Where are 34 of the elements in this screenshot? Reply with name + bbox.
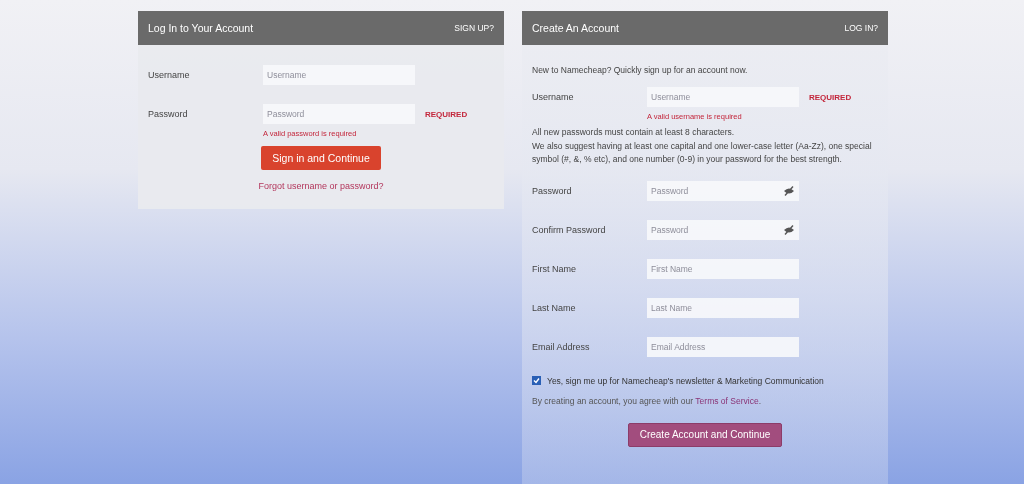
terms-text: By creating an account, you agree with our Terms of Service. <box>532 395 762 406</box>
terms-link[interactable]: Terms of Service <box>695 395 759 406</box>
create-account-button[interactable]: Create Account and Continue <box>627 422 783 447</box>
field-label: Email Address <box>532 341 591 352</box>
required-label: REQUIRED <box>809 92 852 102</box>
newsletter-checkbox[interactable] <box>532 376 541 385</box>
input-field[interactable]: First Name <box>647 258 799 279</box>
field-label: Username <box>532 92 575 102</box>
password-field[interactable]: Password <box>647 219 799 240</box>
field-label: Last Name <box>532 302 577 313</box>
field-label: Username <box>148 70 191 80</box>
field-label: Password <box>148 109 189 119</box>
password-field[interactable]: Password <box>647 180 799 201</box>
input-field[interactable]: Email Address <box>647 336 799 357</box>
sign-up-link[interactable]: SIGN UP? <box>454 23 494 33</box>
sign-in-button[interactable]: Sign in and Continue <box>261 146 381 170</box>
log-in-link[interactable]: LOG IN? <box>844 23 878 33</box>
input-field[interactable]: Last Name <box>647 297 799 318</box>
forgot-link[interactable]: Forgot username or password? <box>258 181 384 191</box>
field-label: Password <box>532 185 573 196</box>
field-label: Confirm Password <box>532 224 607 235</box>
panel-title: Log In to Your Account <box>148 22 254 34</box>
required-label: REQUIRED <box>425 109 468 119</box>
panel-title: Create An Account <box>532 22 619 34</box>
hidden-eye-icon[interactable] <box>783 185 795 196</box>
password-rules-text: All new passwords must contain at least 8 characters. <box>532 126 736 139</box>
field-label: First Name <box>532 263 577 274</box>
input-field[interactable]: Password <box>263 104 415 124</box>
newsletter-label: Yes, sign me up for Namecheap's newsletter & Marketing Communication <box>547 375 824 386</box>
input-field[interactable]: Username <box>647 87 799 107</box>
hidden-eye-icon[interactable] <box>783 224 795 235</box>
input-field[interactable]: Username <box>263 65 415 85</box>
intro-text: New to Namecheap? Quickly sign up for an account now. <box>532 65 749 75</box>
password-rules-text: We also suggest having at least one capital and one lower-case letter (Aa-Zz), one special symbol (#, &, % etc), and one number (0-9) in your password for the best strength. <box>532 139 873 166</box>
